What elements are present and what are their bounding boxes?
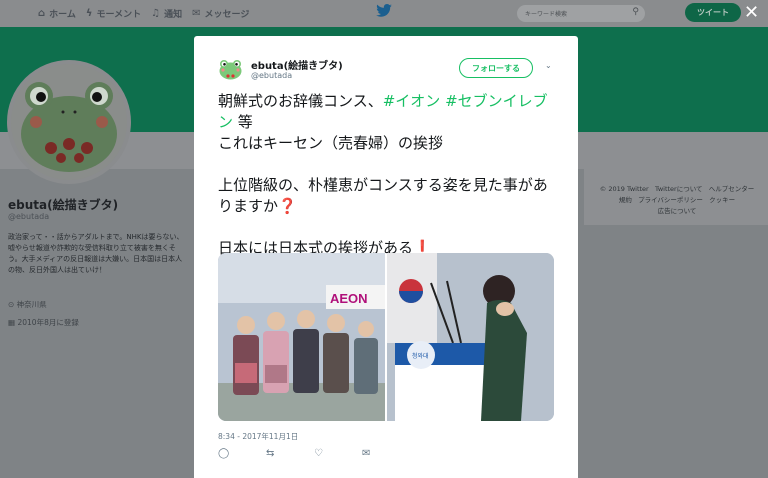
footer-link-ads[interactable]: 広告について: [658, 207, 697, 215]
tweet-line3-text: 上位階級の、朴槿恵がコンスする姿を見た事がありますか: [218, 176, 548, 215]
tweet-author-avatar[interactable]: [218, 56, 243, 81]
footer-link-about[interactable]: Twitterについて: [655, 185, 703, 193]
footer-link-terms[interactable]: 規約: [619, 196, 632, 204]
footer-links: © 2019 Twitter Twitterについて ヘルプセンター 規約 プラ…: [591, 184, 763, 217]
bell-icon: ♫: [151, 8, 161, 19]
footer-link-privacy[interactable]: プライバシーポリシー: [638, 196, 703, 204]
profile-name: ebuta(絵描きブタ): [8, 198, 119, 212]
dm-icon[interactable]: ✉: [362, 448, 410, 459]
profile-location: ⊙ 神奈川県: [8, 299, 47, 310]
tweet-line1-prefix: 朝鮮式のお辞儀コンス、: [218, 92, 383, 110]
search-input[interactable]: キーワード検索 ⚲: [517, 5, 645, 22]
nav-messages[interactable]: ✉ メッセージ: [192, 7, 249, 20]
tweet-media: AEON 청와대: [218, 253, 554, 421]
media-podium-text: 청와대: [412, 352, 429, 360]
nav-notifications[interactable]: ♫ 通知: [151, 7, 182, 20]
profile-joined-text: 2010年8月に登録: [17, 318, 79, 327]
tweet-line-2: これはキーセン（売春婦）の挨拶: [218, 134, 444, 152]
chevron-down-icon[interactable]: ⌄: [545, 61, 552, 70]
tweet-line-1: 朝鮮式のお辞儀コンス、#イオン #セブンイレブン 等: [218, 91, 562, 133]
nav-home-label: ホーム: [49, 10, 76, 20]
tweet-button[interactable]: ツイート: [685, 3, 741, 22]
nav-home[interactable]: ⌂ ホーム: [38, 7, 76, 20]
profile-avatar[interactable]: [7, 60, 131, 184]
retweet-icon[interactable]: ⇆: [266, 448, 314, 459]
tweet-actions: ◯ ⇆ ♡ ✉: [218, 448, 410, 459]
moments-icon: ϟ: [85, 8, 93, 19]
nav-moments[interactable]: ϟ モーメント: [86, 7, 141, 20]
profile-joined: ▦ 2010年8月に登録: [8, 317, 79, 328]
close-icon[interactable]: ✕: [744, 1, 759, 25]
tweet-line-3: 上位階級の、朴槿恵がコンスする姿を見た事がありますか❓: [218, 175, 562, 217]
nav-notifications-label: 通知: [164, 10, 183, 20]
tweet-author-handle[interactable]: @ebutada: [251, 71, 292, 80]
media-aeon-logo: AEON: [330, 291, 368, 306]
footer-link-help[interactable]: ヘルプセンター: [709, 185, 755, 193]
footer-copyright: © 2019 Twitter: [599, 185, 649, 193]
tweet-text: 朝鮮式のお辞儀コンス、#イオン #セブンイレブン 等 これはキーセン（売春婦）の…: [218, 91, 562, 259]
like-icon[interactable]: ♡: [314, 448, 362, 459]
home-icon: ⌂: [38, 8, 46, 19]
tweet-timestamp[interactable]: 8:34 - 2017年11月1日: [218, 431, 298, 442]
tweet-line1-suffix: 等: [233, 113, 253, 131]
footer-link-cookies[interactable]: クッキー: [709, 196, 735, 204]
nav-moments-label: モーメント: [96, 10, 142, 20]
question-mark-icon: ❓: [278, 197, 297, 215]
tweet-modal: ebuta(絵描きブタ) @ebutada フォローする ⌄ 朝鮮式のお辞儀コン…: [194, 36, 578, 478]
profile-location-text: 神奈川県: [16, 300, 47, 309]
media-photo-right[interactable]: 청와대: [387, 253, 554, 421]
reply-icon[interactable]: ◯: [218, 448, 266, 459]
search-icon: ⚲: [632, 7, 639, 17]
media-photo-left[interactable]: AEON: [218, 253, 385, 421]
tweet-gap: [218, 154, 562, 175]
twitter-bird-icon[interactable]: [376, 4, 392, 21]
search-placeholder: キーワード検索: [525, 11, 568, 18]
profile-handle: @ebutada: [8, 212, 50, 221]
mail-icon: ✉: [192, 8, 201, 19]
tweet-gap: [218, 217, 562, 238]
hashtag-aeon[interactable]: #イオン: [383, 92, 441, 110]
nav-messages-label: メッセージ: [204, 10, 250, 20]
profile-bio: 政治家って・・話からアダルトまで。NHKは要らない、嘘やらせ報道や詐欺的な受信料…: [8, 233, 184, 274]
location-pin-icon: ⊙: [8, 300, 17, 309]
follow-button[interactable]: フォローする: [459, 58, 533, 78]
tweet-author-name[interactable]: ebuta(絵描きブタ): [251, 57, 343, 72]
